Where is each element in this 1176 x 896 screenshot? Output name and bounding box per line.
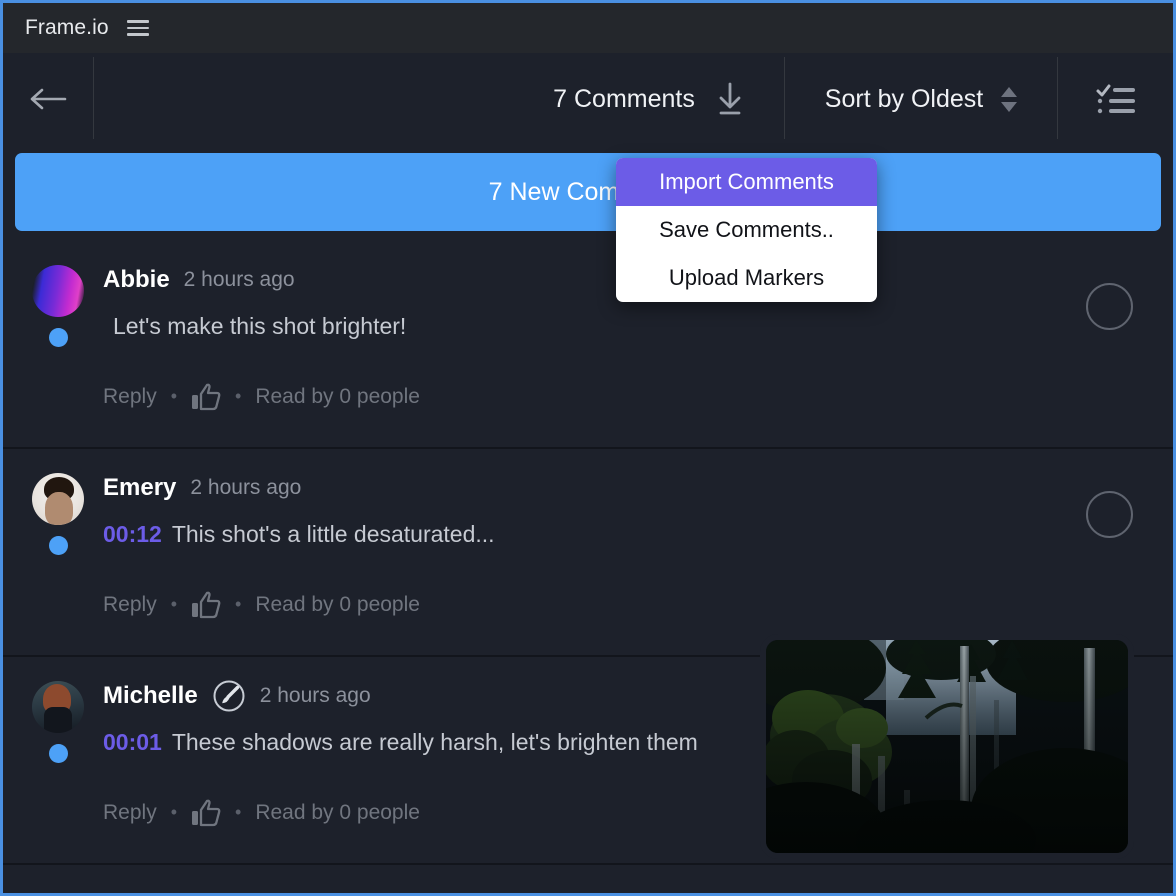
- action-separator: •: [170, 386, 178, 407]
- checklist-button[interactable]: [1058, 53, 1173, 145]
- timestamp-ago: 2 hours ago: [259, 684, 371, 707]
- action-separator: •: [235, 386, 242, 407]
- unread-dot: [48, 536, 68, 555]
- author-name: Michelle: [103, 682, 198, 709]
- checklist-icon: [1096, 84, 1135, 114]
- comment-text: Let's make this shot brighter!: [103, 313, 1053, 341]
- comment-select-circle[interactable]: [1086, 491, 1133, 538]
- comment-timecode[interactable]: 00:12: [103, 521, 162, 547]
- comment-row[interactable]: Emery 2 hours ago 00:12 This shot's a lit…: [3, 449, 1173, 657]
- comments-count-label: 7 Comments: [553, 84, 695, 113]
- new-comments-banner[interactable]: 7 New Comments: [15, 153, 1161, 231]
- unread-dot: [48, 328, 68, 347]
- comment-row[interactable]: Abbie 2 hours ago Let's make this shot b…: [3, 241, 1173, 449]
- comment-message: This shot's a little desaturated...: [171, 521, 495, 547]
- timestamp-ago: 2 hours ago: [183, 268, 295, 291]
- menu-item-save-comments[interactable]: Save Comments..: [616, 206, 877, 254]
- sort-dropdown[interactable]: Sort by Oldest: [785, 53, 1057, 145]
- read-by-label: Read by 0 people: [255, 800, 420, 824]
- paintbrush-icon: [213, 680, 245, 712]
- comment-body: Emery 2 hours ago 00:12 This shot's a lit…: [103, 471, 1173, 619]
- thumbs-up-icon[interactable]: [191, 591, 221, 619]
- avatar: [32, 473, 84, 525]
- avatar: [32, 681, 84, 733]
- back-arrow-icon: [30, 88, 67, 110]
- comment-text: 00:12 This shot's a little desaturated...: [103, 521, 1053, 549]
- action-separator: •: [170, 594, 178, 615]
- frameio-comments-window: Frame.io 7 Comments Sort by Oldest 7 New…: [0, 0, 1176, 896]
- back-button[interactable]: [3, 53, 93, 145]
- reply-button[interactable]: Reply: [103, 801, 157, 825]
- comment-gutter: [30, 681, 86, 763]
- comment-header: Abbie 2 hours ago: [103, 263, 1053, 297]
- sort-label: Sort by Oldest: [824, 84, 984, 113]
- comments-count-group[interactable]: 7 Comments: [512, 53, 784, 145]
- thumbs-up-icon[interactable]: [191, 383, 221, 411]
- thumbs-up-icon[interactable]: [191, 799, 221, 827]
- read-by-label: Read by 0 people: [255, 592, 420, 616]
- banner-container: 7 New Comments: [3, 145, 1173, 241]
- read-by-label: Read by 0 people: [255, 384, 420, 408]
- download-icon[interactable]: [717, 82, 743, 116]
- sort-stepper-icon[interactable]: [1001, 86, 1018, 112]
- hamburger-icon[interactable]: [126, 20, 149, 36]
- action-separator: •: [170, 802, 178, 823]
- import-dropdown-menu: Import Comments Save Comments.. Upload M…: [616, 158, 877, 302]
- comment-select-circle[interactable]: [1086, 283, 1133, 330]
- author-name: Abbie: [103, 266, 170, 293]
- comment-message: Let's make this shot brighter!: [113, 313, 407, 339]
- author-name: Emery: [103, 474, 177, 501]
- comments-toolbar: 7 Comments Sort by Oldest: [3, 53, 1173, 145]
- menu-item-import-comments[interactable]: Import Comments: [616, 158, 877, 206]
- forest-frame-thumbnail[interactable]: [766, 640, 1128, 853]
- comment-gutter: [30, 265, 86, 347]
- timestamp-ago: 2 hours ago: [190, 476, 302, 499]
- menu-item-upload-markers[interactable]: Upload Markers: [616, 254, 877, 302]
- forest-frame-image: [766, 640, 1128, 853]
- comment-header: Emery 2 hours ago: [103, 471, 1053, 505]
- comment-timecode[interactable]: 00:01: [103, 729, 162, 755]
- comment-message: These shadows are really harsh, let's br…: [171, 729, 698, 755]
- comment-actions: Reply • • Read by 0 people: [103, 383, 1053, 411]
- comment-actions: Reply • • Read by 0 people: [103, 591, 1053, 619]
- unread-dot: [48, 744, 68, 763]
- action-separator: •: [235, 802, 242, 823]
- app-brand-label: Frame.io: [25, 16, 109, 39]
- action-separator: •: [235, 594, 242, 615]
- avatar: [32, 265, 84, 317]
- reply-button[interactable]: Reply: [103, 385, 157, 409]
- titlebar: Frame.io: [3, 3, 1173, 53]
- reply-button[interactable]: Reply: [103, 593, 157, 617]
- comment-gutter: [30, 473, 86, 555]
